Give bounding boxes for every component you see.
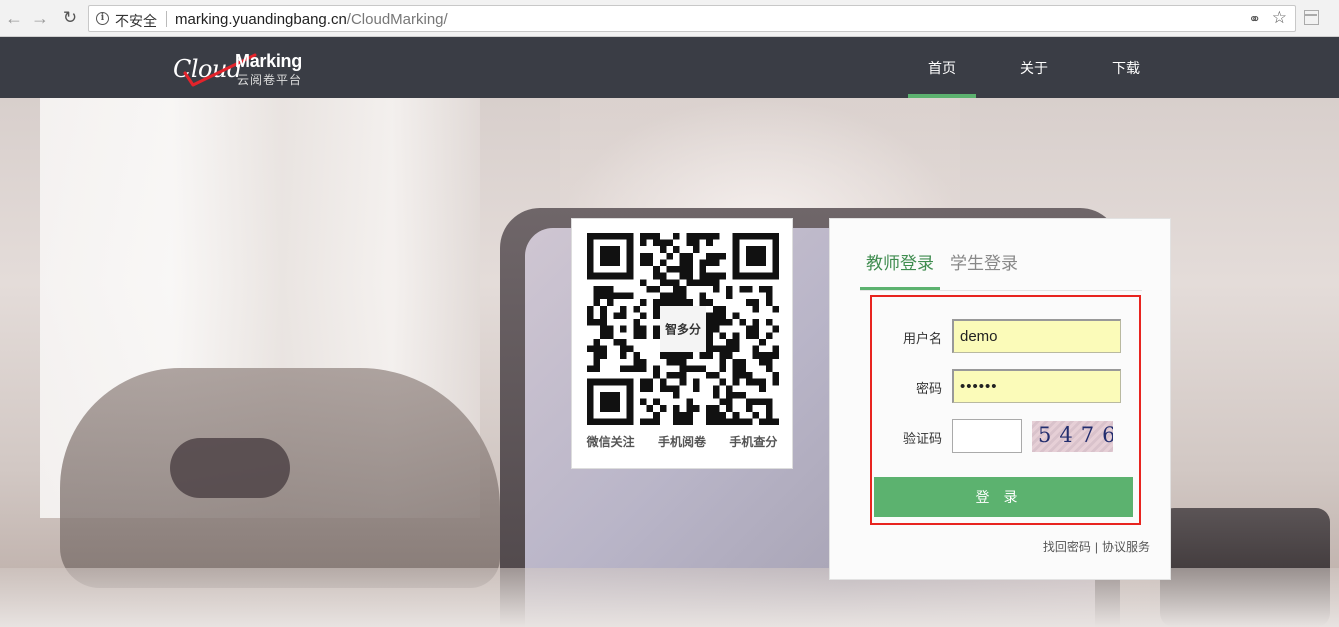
nav-download[interactable]: 下载 <box>1092 37 1160 98</box>
captcha-image[interactable]: 5476 <box>1032 421 1113 452</box>
login-form-highlight: 用户名 demo 密码 •••••• 验证码 5476 登录 <box>870 295 1141 525</box>
background-sunglasses <box>170 438 290 498</box>
info-icon[interactable]: i <box>96 12 109 25</box>
captcha-label: 验证码 <box>902 431 942 446</box>
qr-card: 智多分 微信关注 手机阅卷 手机查分 <box>571 218 793 469</box>
address-bar[interactable]: i 不安全 marking.yuandingbang.cn/CloudMarki… <box>88 5 1296 32</box>
url-text[interactable]: marking.yuandingbang.cn/CloudMarking/ <box>175 11 448 28</box>
password-input[interactable]: •••••• <box>952 369 1121 403</box>
security-label[interactable]: 不安全 <box>115 11 157 31</box>
qr-caption-score-query: 手机查分 <box>729 435 778 449</box>
tab-student-login[interactable]: 学生登录 <box>950 249 1018 274</box>
tab-teacher-login[interactable]: 教师登录 <box>866 249 934 274</box>
reload-icon[interactable]: ↻ <box>60 8 80 28</box>
service-agreement-link[interactable]: 协议服务 <box>1102 540 1150 554</box>
site-header: Cloud Marking 云阅卷平台 首页 关于 下载 <box>0 37 1339 98</box>
username-input[interactable]: demo <box>952 319 1121 353</box>
qr-center-logo-text: 智多分 <box>664 323 701 337</box>
password-label: 密码 <box>915 381 942 396</box>
username-label: 用户名 <box>902 331 942 346</box>
nav-home[interactable]: 首页 <box>908 37 976 98</box>
active-tab-indicator <box>860 287 940 290</box>
address-divider <box>166 11 167 27</box>
login-button[interactable]: 登录 <box>874 477 1133 517</box>
logo-marking-text: Marking <box>235 51 302 71</box>
key-icon[interactable]: ⚭ <box>1248 10 1261 28</box>
link-separator: | <box>1094 540 1098 554</box>
logo-subtitle: 云阅卷平台 <box>237 73 303 87</box>
login-tabs: 教师登录 学生登录 <box>860 219 1142 291</box>
login-card: 教师登录 学生登录 用户名 demo 密码 •••••• 验证码 5476 登录… <box>829 218 1171 580</box>
browser-toolbar: ← → ↻ i 不安全 marking.yuandingbang.cn/Clou… <box>0 0 1339 37</box>
extension-icon[interactable] <box>1304 10 1319 25</box>
forward-arrow-icon[interactable]: → <box>30 8 50 28</box>
back-arrow-icon[interactable]: ← <box>4 8 24 28</box>
login-links: 找回密码 | 协议服务 <box>1043 538 1150 555</box>
forgot-password-link[interactable]: 找回密码 <box>1043 540 1091 554</box>
captcha-image-text: 5476 <box>1038 423 1113 447</box>
qr-caption: 微信关注 手机阅卷 手机查分 <box>572 433 792 450</box>
nav-about[interactable]: 关于 <box>1000 37 1068 98</box>
captcha-input[interactable] <box>952 419 1022 453</box>
qr-caption-mobile-marking: 手机阅卷 <box>657 435 706 449</box>
qr-code: 智多分 <box>587 233 779 425</box>
qr-caption-follow: 微信关注 <box>586 435 635 449</box>
star-icon[interactable]: ☆ <box>1272 8 1287 28</box>
logo[interactable]: Cloud Marking 云阅卷平台 <box>173 49 313 89</box>
